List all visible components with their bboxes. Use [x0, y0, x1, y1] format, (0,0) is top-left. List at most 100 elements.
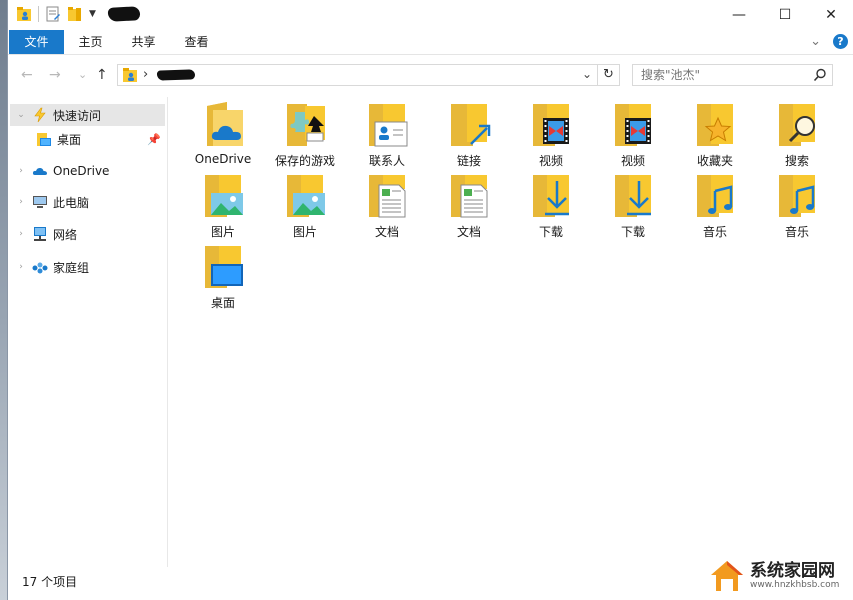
minimize-button[interactable]: — — [716, 0, 762, 30]
folder-item[interactable]: 联系人 — [347, 100, 427, 170]
folder-item[interactable]: 文档 — [347, 171, 427, 241]
maximize-button[interactable]: ☐ — [762, 0, 808, 30]
pictures-folder-icon — [205, 175, 243, 217]
item-label: 收藏夹 — [696, 154, 733, 168]
expand-ribbon-icon[interactable]: ⌄ — [810, 34, 821, 49]
downloads-folder-icon — [615, 175, 651, 217]
folder-item[interactable]: 桌面 — [183, 242, 263, 312]
folder-item[interactable]: 下载 — [593, 171, 673, 241]
nav-item-label: 网络 — [53, 227, 78, 242]
quick-access-toolbar: ▼ — [16, 6, 141, 22]
folder-item[interactable]: 视频 — [511, 100, 591, 170]
up-button[interactable]: ↑ — [96, 67, 108, 83]
back-button[interactable]: ← — [21, 67, 33, 83]
search-box[interactable] — [632, 64, 833, 86]
nav-item-label: 快速访问 — [53, 108, 102, 123]
item-label: OneDrive — [194, 152, 252, 166]
watermark-url: www.hnzkhbsb.com — [750, 580, 840, 590]
documents-folder-icon — [369, 175, 406, 218]
nav-item-network[interactable]: › 网络 — [10, 223, 165, 245]
close-button[interactable]: ✕ — [808, 0, 853, 30]
collapsed-chevron-icon[interactable]: › — [14, 166, 28, 176]
title-redaction — [107, 6, 141, 22]
site-watermark: 系统家园网 www.hnzkhbsb.com — [701, 554, 849, 598]
folder-item[interactable]: 图片 — [183, 171, 263, 241]
nav-item-label: 家庭组 — [53, 260, 90, 275]
collapsed-chevron-icon[interactable]: › — [14, 197, 28, 207]
quick-access-icon — [32, 107, 48, 123]
item-label: 下载 — [620, 225, 645, 239]
house-logo-icon — [711, 561, 743, 591]
onedrive-folder-icon — [207, 102, 243, 146]
collapsed-chevron-icon[interactable]: › — [14, 229, 28, 239]
pictures-folder-icon — [287, 175, 325, 217]
nav-item-onedrive[interactable]: › OneDrive — [10, 160, 165, 182]
window-controls: — ☐ ✕ — [716, 0, 853, 30]
pin-icon[interactable]: 📌 — [147, 133, 161, 146]
item-label: 桌面 — [210, 296, 235, 310]
tab-share[interactable]: 共享 — [121, 30, 166, 54]
item-label: 文档 — [374, 225, 399, 239]
saved-games-folder-icon — [287, 104, 325, 146]
videos-folder-icon — [615, 104, 651, 146]
folder-item[interactable]: 音乐 — [675, 171, 755, 241]
properties-icon[interactable] — [45, 6, 61, 22]
item-label: 下载 — [538, 225, 563, 239]
tab-view[interactable]: 查看 — [174, 30, 219, 54]
new-folder-icon[interactable] — [67, 6, 83, 22]
desktop-folder-icon — [205, 246, 243, 288]
folder-item[interactable]: 链接 — [429, 100, 509, 170]
homegroup-icon — [32, 259, 48, 275]
forward-button[interactable]: → — [49, 67, 61, 83]
folder-user-icon[interactable] — [16, 6, 32, 22]
breadcrumb-separator[interactable]: › — [143, 67, 148, 82]
recent-locations-button[interactable]: ⌄ — [78, 68, 87, 81]
item-label: 视频 — [538, 154, 563, 168]
contacts-folder-icon — [369, 104, 408, 147]
folder-item[interactable]: 下载 — [511, 171, 591, 241]
desktop-folder-icon — [36, 131, 52, 147]
folder-item[interactable]: 视频 — [593, 100, 673, 170]
address-bar[interactable]: › ⌄ — [117, 64, 598, 86]
tab-file[interactable]: 文件 — [9, 30, 64, 54]
item-label: 搜索 — [784, 154, 809, 168]
customize-toolbar-icon[interactable]: ▼ — [89, 9, 96, 19]
expanded-chevron-icon[interactable]: ⌄ — [14, 110, 28, 120]
folder-item[interactable]: 保存的游戏 — [265, 100, 345, 170]
links-folder-icon — [451, 104, 491, 146]
network-icon — [32, 226, 48, 242]
item-label: 图片 — [210, 225, 235, 239]
item-count: 17 个项目 — [22, 575, 78, 589]
folder-item[interactable]: 音乐 — [757, 171, 837, 241]
toolbar-separator — [38, 6, 39, 22]
nav-item-this-pc[interactable]: › 此电脑 — [10, 191, 165, 213]
folder-item[interactable]: 收藏夹 — [675, 100, 755, 170]
help-icon[interactable]: ? — [833, 34, 848, 49]
folder-item[interactable]: 文档 — [429, 171, 509, 241]
folder-item[interactable]: 搜索 — [757, 100, 837, 170]
folder-item[interactable]: 图片 — [265, 171, 345, 241]
item-label: 联系人 — [368, 154, 405, 168]
item-label: 图片 — [292, 225, 317, 239]
music-folder-icon — [697, 175, 733, 217]
this-pc-icon — [32, 194, 48, 210]
nav-item-quick-access[interactable]: ⌄ 快速访问 — [10, 104, 165, 126]
explorer-window: ▼ — ☐ ✕ 文件 主页 共享 查看 ⌄ ? ← → ⌄ ↑ › ⌄ ↻ 搜索… — [7, 0, 853, 600]
searches-folder-icon — [779, 104, 815, 146]
tab-home[interactable]: 主页 — [68, 30, 113, 54]
watermark-title: 系统家园网 — [750, 561, 835, 581]
address-dropdown-icon[interactable]: ⌄ — [582, 67, 592, 81]
refresh-button[interactable]: ↻ — [598, 64, 620, 86]
nav-item-homegroup[interactable]: › 家庭组 — [10, 256, 165, 278]
search-icon[interactable] — [813, 68, 827, 82]
documents-folder-icon — [451, 175, 488, 218]
downloads-folder-icon — [533, 175, 569, 217]
music-folder-icon — [779, 175, 815, 217]
search-input[interactable] — [641, 67, 811, 83]
item-label: 保存的游戏 — [274, 154, 335, 168]
folder-item[interactable]: OneDrive — [183, 100, 263, 170]
ribbon-tabs: 文件 主页 共享 查看 ⌄ ? — [8, 30, 853, 55]
nav-item-desktop[interactable]: 桌面 📌 — [10, 128, 165, 150]
item-label: 文档 — [456, 225, 481, 239]
collapsed-chevron-icon[interactable]: › — [14, 262, 28, 272]
